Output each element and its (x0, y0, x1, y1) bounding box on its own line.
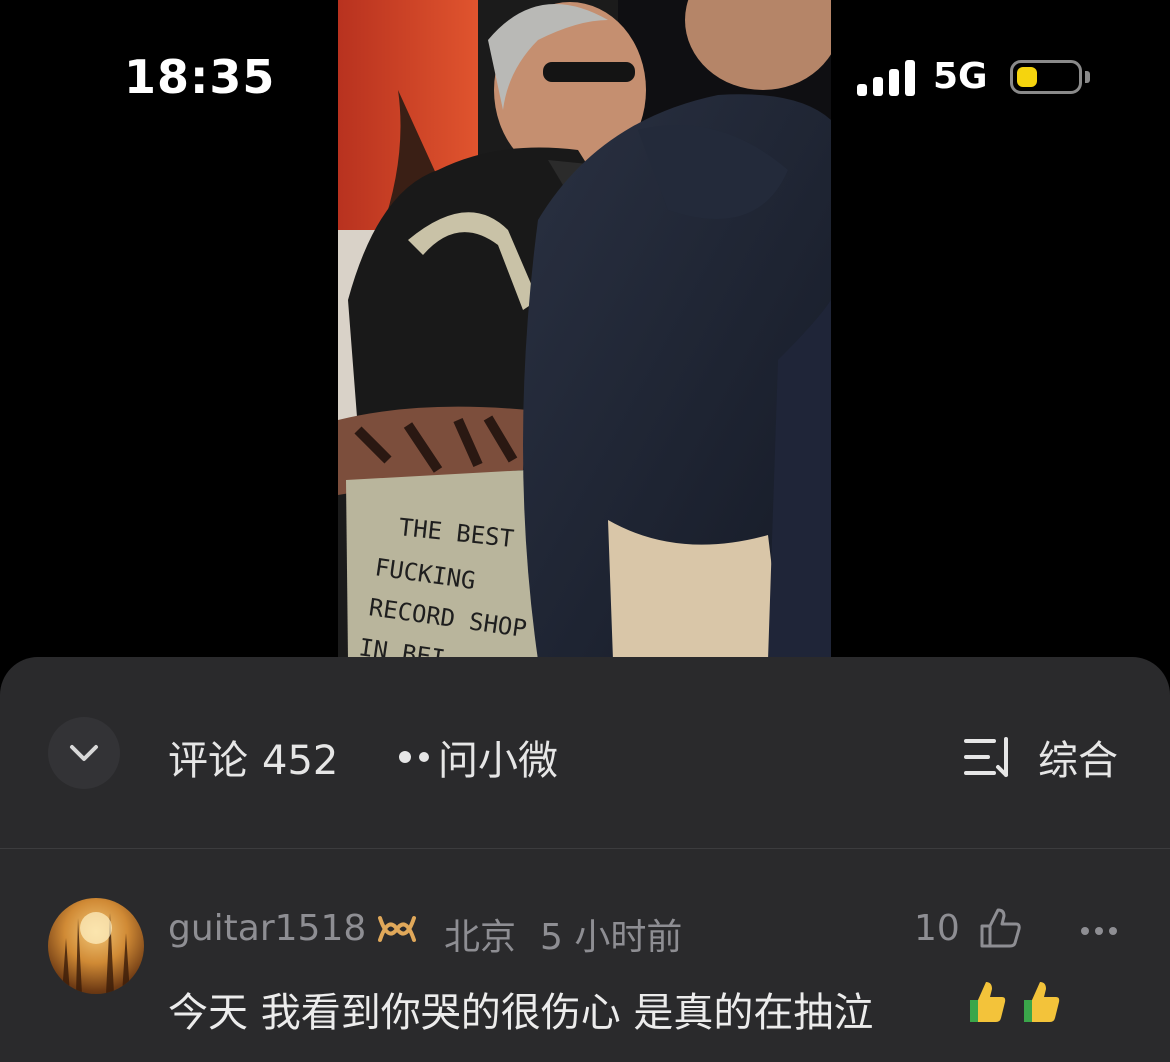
avatar[interactable] (48, 898, 144, 994)
sort-label: 综合 (1038, 738, 1118, 784)
thumbs-up-icon[interactable] (978, 906, 1022, 950)
more-options-icon[interactable] (1080, 926, 1118, 936)
signal-icon (857, 60, 915, 96)
vip-badge-icon (378, 915, 417, 942)
ask-weibo-label: 问小微 (438, 738, 558, 784)
battery-icon (1010, 60, 1082, 94)
comment-time: 5 小时前 (540, 917, 683, 958)
comment-author[interactable]: guitar1518 (168, 908, 418, 949)
sort-button[interactable]: 综合 (964, 728, 1118, 786)
like-count: 10 (914, 908, 960, 949)
comments-count: 452 (262, 738, 339, 784)
comment-location: 北京 (444, 917, 517, 958)
username: guitar1518 (168, 908, 367, 949)
comments-label: 评论 (168, 738, 248, 784)
status-time: 18:35 (124, 50, 276, 104)
battery-level (1017, 67, 1037, 87)
ask-weibo-button[interactable]: 问小微 (396, 728, 558, 786)
thumbs-up-emoji (1024, 982, 1060, 1022)
network-type: 5G (933, 56, 988, 97)
comment-text: 今天 我看到你哭的很伤心 是真的在抽泣 (168, 990, 874, 1036)
chevron-down-icon (70, 745, 98, 761)
header-divider (0, 848, 1170, 849)
ask-weibo-icon (399, 751, 429, 763)
comments-tab[interactable]: 评论 452 (168, 728, 338, 786)
sort-icon (964, 737, 1008, 777)
collapse-button[interactable] (48, 717, 120, 789)
battery-tip (1085, 71, 1090, 83)
post-photo[interactable]: THE BEST FUCKING RECORD SHOP IN BEI (338, 0, 831, 660)
thumbs-up-emoji (970, 982, 1006, 1022)
